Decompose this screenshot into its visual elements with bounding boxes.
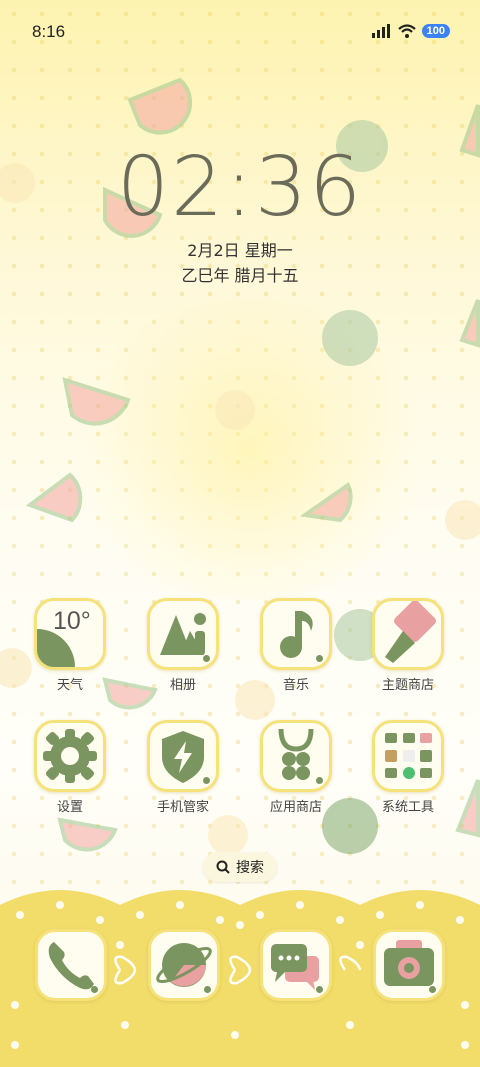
folder-icon (372, 720, 444, 792)
app-phone-manager[interactable]: 手机管家 (145, 720, 221, 815)
gallery-icon (147, 598, 219, 670)
app-settings[interactable]: 设置 (32, 720, 108, 815)
search-label: 搜索 (236, 860, 264, 876)
phone-icon (35, 929, 107, 1001)
app-label: 应用商店 (269, 800, 322, 815)
app-label: 系统工具 (381, 800, 434, 815)
app-app-store[interactable]: 应用商店 (258, 720, 334, 815)
app-system-tools-folder[interactable]: 系统工具 (370, 720, 446, 815)
settings-icon (34, 720, 106, 792)
search-icon (216, 860, 230, 874)
app-label: 设置 (56, 800, 83, 815)
app-music[interactable]: 音乐 (258, 598, 334, 693)
date-text: 2月2日 星期一 (187, 241, 293, 260)
signal-icon (371, 24, 390, 38)
security-icon (147, 720, 219, 792)
notification-dot (429, 986, 436, 993)
status-bar: 8:16 100 (0, 0, 480, 68)
weather-icon: 10° (34, 598, 106, 670)
dock-browser[interactable] (146, 929, 222, 1001)
app-label: 音乐 (282, 678, 309, 693)
notification-dot (316, 655, 323, 662)
dock-camera[interactable] (371, 929, 447, 1001)
battery-badge: 100 (421, 24, 450, 38)
app-label: 相册 (169, 678, 196, 693)
lunar-date-text: 乙巳年 腊月十五 (181, 266, 299, 285)
app-label: 手机管家 (156, 800, 209, 815)
app-label: 天气 (56, 678, 83, 693)
music-icon (260, 598, 332, 670)
notification-dot (316, 986, 323, 993)
browser-icon (148, 929, 220, 1001)
theme-store-icon (372, 598, 444, 670)
dock-phone[interactable] (33, 929, 109, 1001)
app-weather[interactable]: 10° 天气 (32, 598, 108, 693)
wifi-icon (397, 24, 416, 38)
search-button[interactable]: 搜索 (203, 852, 277, 882)
messages-icon (260, 929, 332, 1001)
notification-dot (204, 986, 211, 993)
app-theme-store[interactable]: 主题商店 (370, 598, 446, 693)
weather-temperature: 10° (53, 607, 91, 635)
app-store-icon (260, 720, 332, 792)
notification-dot (91, 986, 98, 993)
status-time: 8:16 (32, 22, 66, 41)
dock (0, 885, 480, 1067)
clock-widget[interactable]: 02:36 (0, 140, 480, 235)
app-label: 主题商店 (381, 678, 434, 693)
camera-icon (373, 929, 445, 1001)
wallpaper-glow (60, 300, 440, 600)
notification-dot (203, 655, 210, 662)
status-icons: 100 (371, 24, 450, 38)
dock-messages[interactable] (258, 929, 334, 1001)
notification-dot (203, 777, 210, 784)
notification-dot (316, 777, 323, 784)
app-gallery[interactable]: 相册 (145, 598, 221, 693)
